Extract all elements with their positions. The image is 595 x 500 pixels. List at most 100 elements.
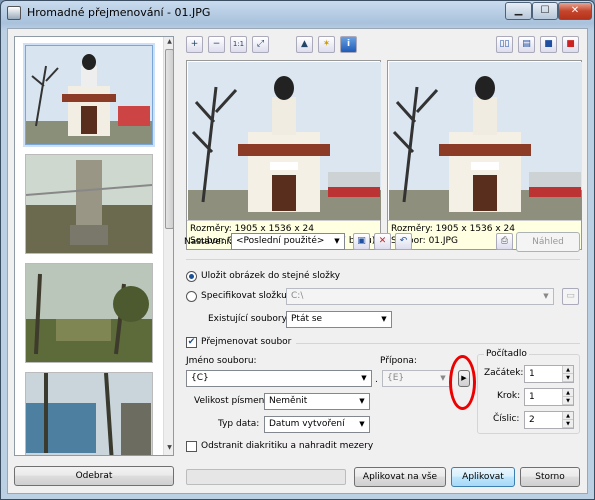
counter-digits-input[interactable]: 2 ▲ ▼ [524, 411, 574, 429]
apply-button[interactable]: Aplikovat [451, 467, 515, 487]
counter-start-label: Začátek: [484, 368, 524, 378]
chevron-down-icon: ▼ [361, 374, 367, 382]
settings-value: <Poslední použité> [236, 236, 325, 246]
counter-step-value: 1 [529, 392, 535, 402]
progress-bar [186, 469, 346, 485]
extension-value: {E} [387, 373, 405, 383]
scrollbar-thumb[interactable] [165, 49, 173, 229]
counter-step-input[interactable]: 1 ▲ ▼ [524, 388, 574, 406]
counter-step-label: Krok: [497, 391, 521, 401]
maximize-button[interactable]: ☐ [532, 2, 558, 20]
preview-button[interactable]: Náhled [516, 232, 580, 252]
image-edit-icon[interactable]: ✶ [318, 36, 335, 53]
thumbnail-02[interactable] [25, 154, 153, 254]
highlight-circle [449, 355, 476, 410]
original-preview: Rozměry: 1905 x 1536 x 24 Soubor: 01.JPG… [186, 60, 381, 250]
two-panes-icon[interactable]: ▯▯ [496, 36, 513, 53]
chevron-down-icon: ▼ [334, 237, 340, 245]
rename-checkbox[interactable]: ✔ [186, 337, 197, 348]
specify-folder-label: Specifikovat složku: [201, 291, 290, 301]
thumbnail-03[interactable] [25, 263, 153, 363]
divider [186, 259, 580, 260]
remove-diacritics-checkbox[interactable] [186, 441, 197, 452]
close-icon: ✕ [570, 5, 580, 16]
chevron-down-icon: ▼ [359, 420, 365, 428]
counter-title: Počítadlo [484, 349, 529, 359]
minimize-button[interactable]: ▁ [505, 2, 532, 20]
chapel-image [26, 46, 152, 144]
date-type-label: Typ data: [218, 419, 260, 429]
folder-combo[interactable]: C:\ ▼ [286, 288, 554, 305]
filename-combo[interactable]: {C} ▼ [186, 370, 372, 387]
layout-icon[interactable]: ▤ [518, 36, 535, 53]
counter-start-input[interactable]: 1 ▲ ▼ [524, 365, 574, 383]
title-bar: Hromadné přejmenování - 01.JPG ▁ ☐ ✕ [1, 1, 594, 25]
app-icon [7, 6, 21, 20]
scroll-up-icon[interactable]: ▲ [165, 38, 173, 48]
save-same-folder-radio[interactable] [186, 271, 197, 282]
fit-icon[interactable]: ⤢ [252, 36, 269, 53]
thumbnail-scrollbar[interactable]: ▲ ▼ [163, 37, 173, 455]
chevron-down-icon: ▼ [543, 292, 549, 300]
extension-dot: . [375, 375, 378, 385]
extension-label: Přípona: [380, 356, 417, 366]
info-icon[interactable]: i [340, 36, 357, 53]
stop-icon[interactable]: ■ [562, 36, 579, 53]
actual-size-icon[interactable]: 1:1 [230, 36, 247, 53]
date-type-value: Datum vytvoření [269, 419, 345, 429]
maximize-icon: ☐ [540, 5, 550, 16]
zoom-in-icon[interactable]: + [186, 36, 203, 53]
water-image [26, 372, 152, 455]
counter-digits-spinner[interactable]: ▲ ▼ [562, 412, 573, 428]
zoom-out-icon[interactable]: − [208, 36, 225, 53]
specify-folder-radio[interactable] [186, 291, 197, 302]
grave-image [26, 264, 152, 362]
thumbnail-01[interactable] [23, 43, 155, 147]
browse-folder-icon[interactable]: ▭ [562, 288, 579, 305]
remove-button[interactable]: Odebrat [14, 466, 174, 486]
minimize-icon: ▁ [514, 5, 523, 16]
letter-case-dropdown[interactable]: Neměnit ▼ [264, 393, 370, 410]
counter-digits-value: 2 [529, 415, 535, 425]
existing-files-label: Existující soubory: [208, 314, 290, 324]
save-same-folder-label: Uložit obrázek do stejné složky [201, 271, 341, 281]
settings-dropdown[interactable]: <Poslední použité> ▼ [231, 233, 345, 250]
settings-label: Nastavení: [184, 237, 233, 247]
result-image [389, 62, 582, 220]
save-settings-icon[interactable]: ▣ [353, 233, 370, 250]
dialog-body: ▲ ▼ Odebrat + − 1:1 ⤢ ▲ ✶ i ▯▯ ▤ ■ ■ Roz… [7, 28, 588, 494]
letter-case-label: Velikost písmen: [194, 396, 268, 406]
counter-start-value: 1 [529, 369, 535, 379]
counter-step-spinner[interactable]: ▲ ▼ [562, 389, 573, 405]
thumbnail-04[interactable] [25, 372, 153, 455]
original-image [188, 62, 381, 220]
counter-digits-label: Číslic: [493, 414, 520, 424]
filename-value: {C} [191, 373, 209, 383]
close-button[interactable]: ✕ [558, 2, 592, 20]
scroll-down-icon[interactable]: ▼ [165, 444, 173, 454]
chevron-down-icon: ▼ [381, 315, 387, 323]
date-type-dropdown[interactable]: Datum vytvoření ▼ [264, 416, 370, 433]
remove-diacritics-label: Odstranit diakritiku a nahradit mezery [201, 441, 374, 451]
folder-value: C:\ [291, 291, 304, 301]
existing-files-dropdown[interactable]: Ptát se ▼ [286, 311, 392, 328]
rename-divider [296, 343, 580, 344]
app-window: Hromadné přejmenování - 01.JPG ▁ ☐ ✕ ▲ ▼… [0, 0, 595, 500]
chevron-down-icon: ▼ [359, 397, 365, 405]
cemetery-image [25, 155, 153, 253]
counter-start-spinner[interactable]: ▲ ▼ [562, 366, 573, 382]
histogram-icon[interactable]: ▲ [296, 36, 313, 53]
print-icon[interactable]: ⎙ [496, 233, 513, 250]
thumbnail-list[interactable]: ▲ ▼ [14, 36, 174, 456]
undo-icon[interactable]: ↶ [395, 233, 412, 250]
cancel-button[interactable]: Storno [520, 467, 580, 487]
extension-combo[interactable]: {E} ▼ [382, 370, 451, 387]
letter-case-value: Neměnit [269, 396, 308, 406]
delete-settings-icon[interactable]: ✕ [374, 233, 391, 250]
filename-label: Jméno souboru: [186, 356, 257, 366]
single-pane-icon[interactable]: ■ [540, 36, 557, 53]
existing-files-value: Ptát se [291, 314, 323, 324]
window-title: Hromadné přejmenování - 01.JPG [27, 6, 211, 19]
apply-all-button[interactable]: Aplikovat na vše [354, 467, 446, 487]
rename-label: Přejmenovat soubor [201, 337, 292, 347]
